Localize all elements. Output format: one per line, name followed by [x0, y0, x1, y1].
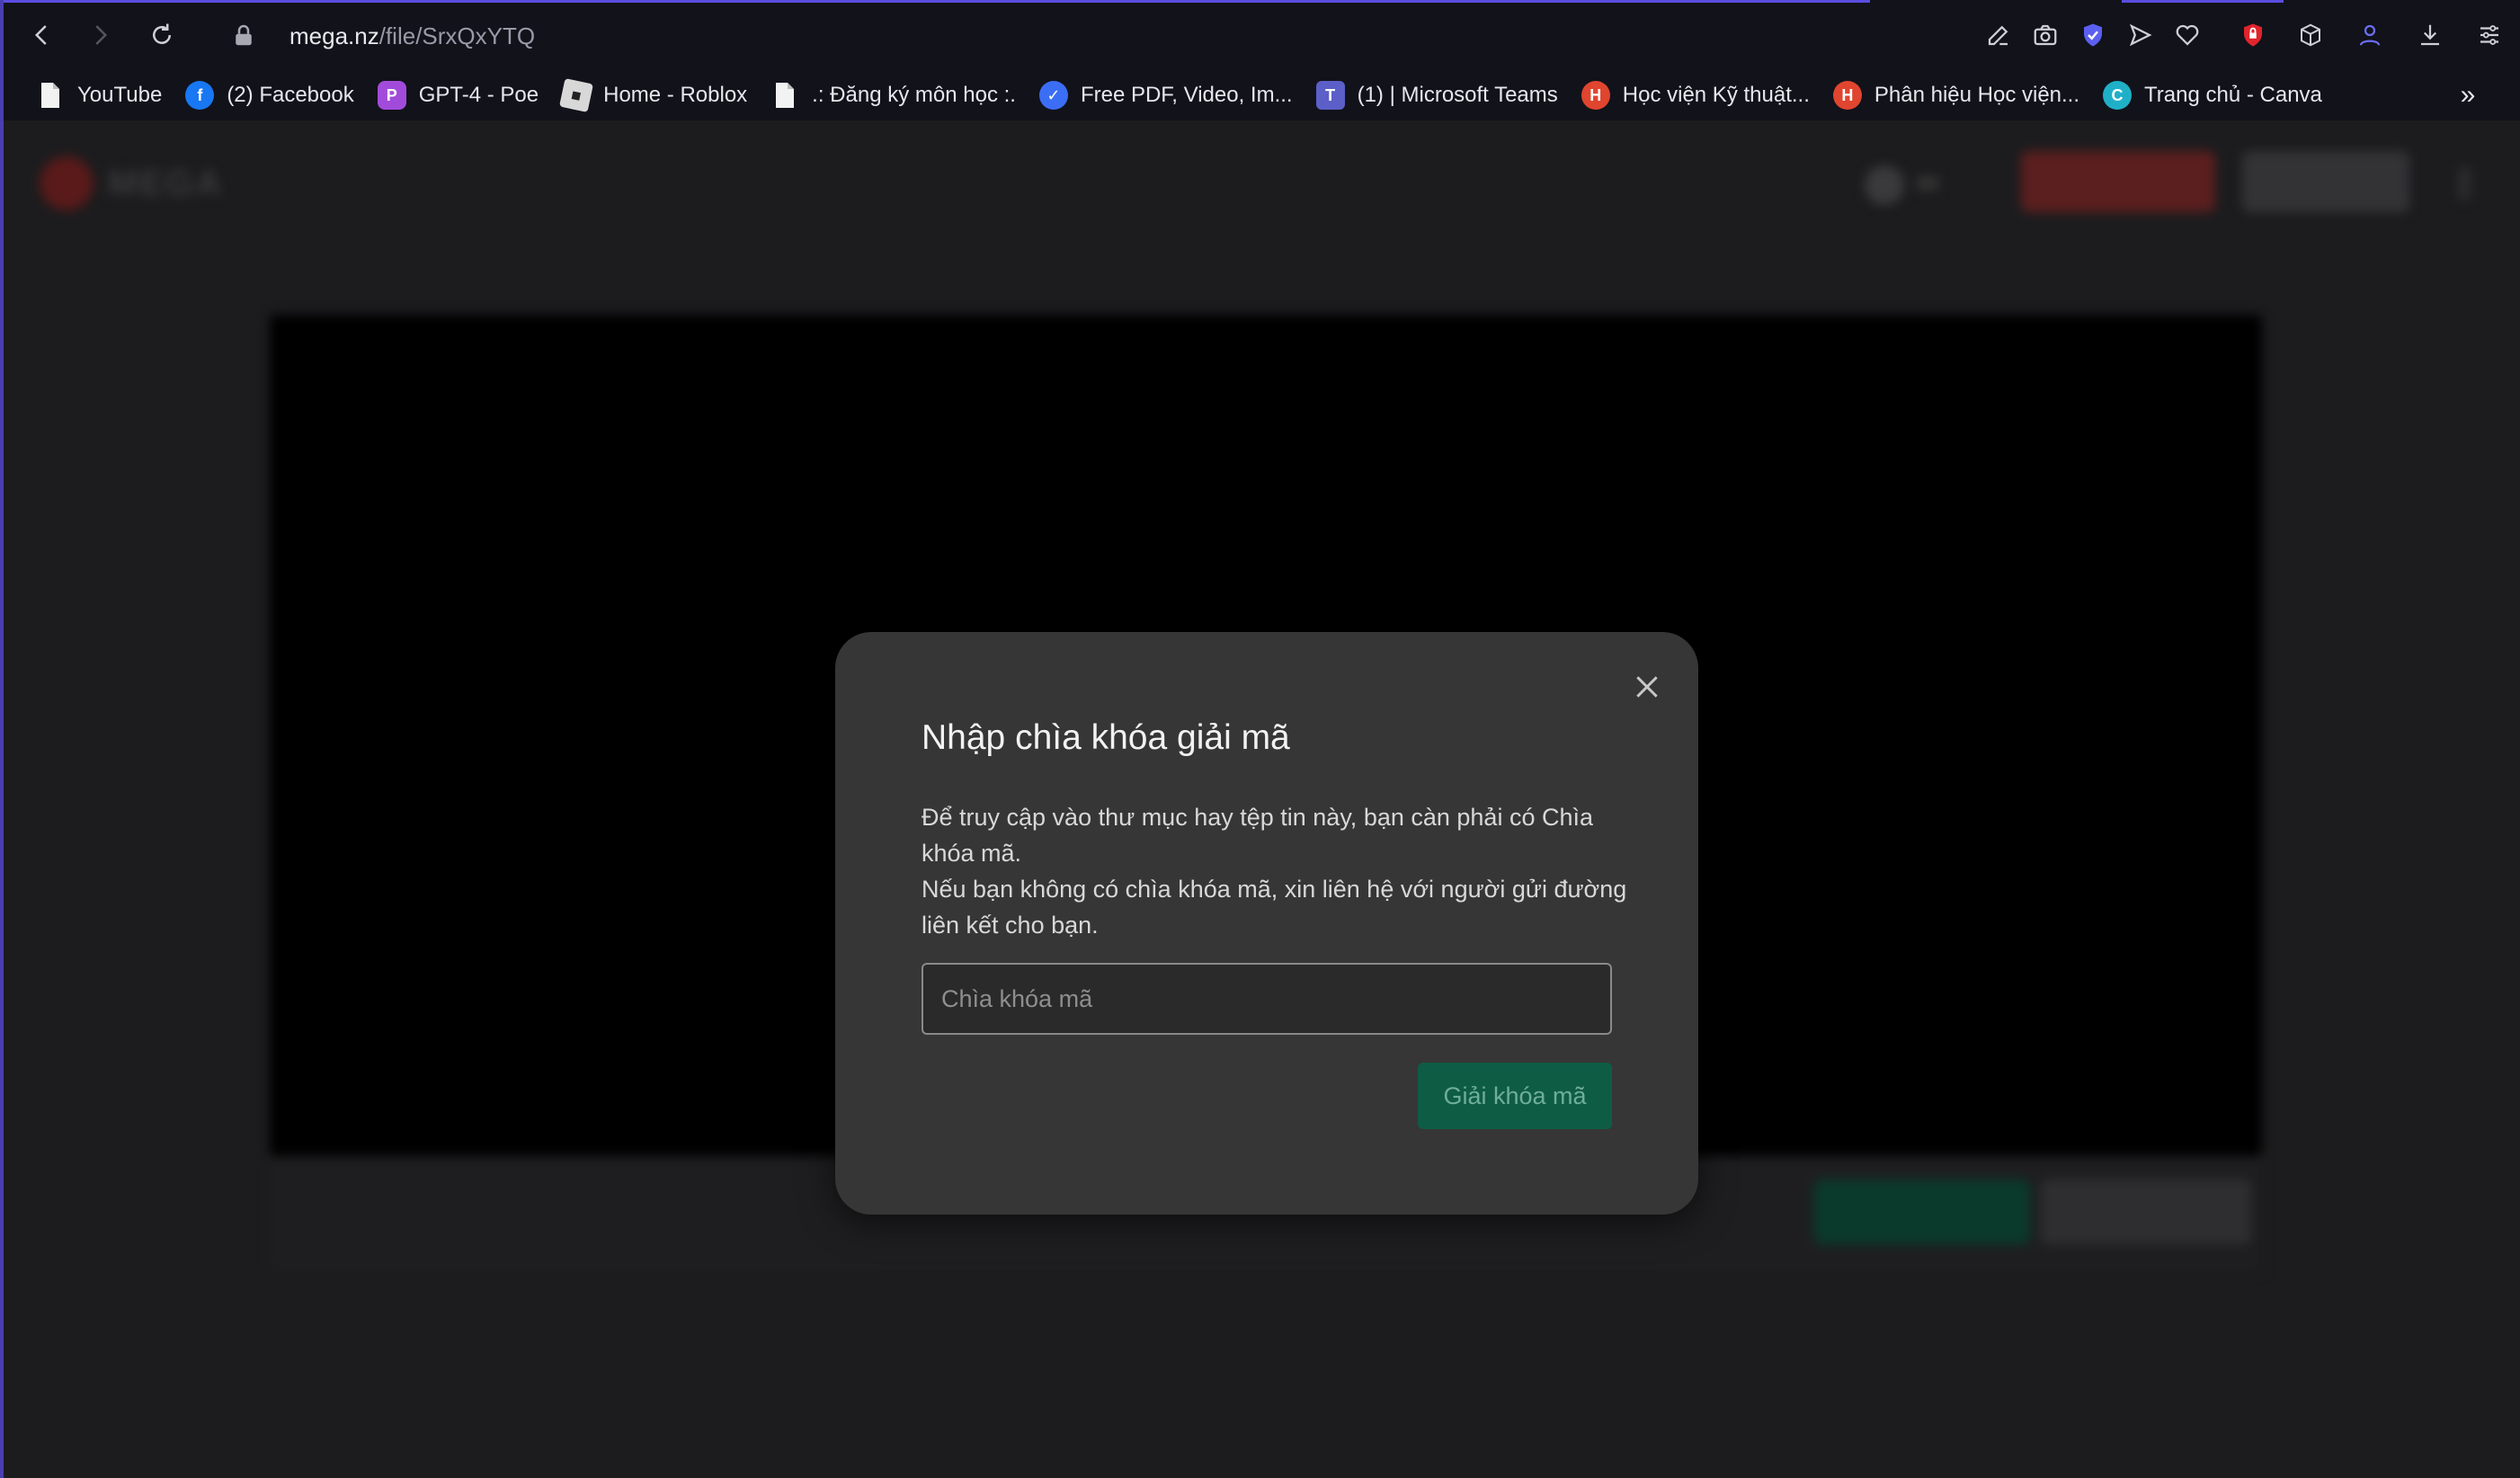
- bookmark-label: (2) Facebook: [227, 83, 354, 107]
- dialog-title: Nhập chìa khóa giải mã: [922, 718, 1290, 757]
- red-shield-icon: [2244, 23, 2262, 47]
- chevron-down-icon: [1917, 176, 1938, 191]
- profile-button[interactable]: [2351, 16, 2389, 54]
- mega-logo-icon: [40, 156, 93, 210]
- pdf-tool-icon: ✓: [1038, 81, 1068, 110]
- back-button[interactable]: [23, 16, 61, 54]
- teams-icon: T: [1315, 81, 1345, 110]
- bookmark-label: Phân hiệu Học viện...: [1874, 83, 2080, 107]
- reload-button[interactable]: [143, 16, 181, 54]
- decryption-key-dialog: Nhập chìa khóa giải mã Để truy cập vào t…: [835, 632, 1698, 1215]
- downloads-button[interactable]: [2411, 16, 2449, 54]
- bookmark-poe[interactable]: P GPT-4 - Poe: [377, 76, 551, 115]
- document-icon: [770, 81, 799, 110]
- address-bar[interactable]: mega.nz/file/SrxQxYTQ: [289, 20, 535, 52]
- send-icon: [2129, 23, 2152, 47]
- favorites-button[interactable]: [2168, 16, 2206, 54]
- import-button-blurred: [2041, 1180, 2251, 1244]
- login-button-blurred: [2242, 151, 2409, 212]
- bookmark-label: YouTube: [77, 83, 163, 107]
- mega-logo-text: MEGA: [108, 164, 223, 203]
- dialog-message-line-2: Nếu bạn không có chìa khóa mã, xin liên …: [922, 876, 1627, 939]
- vpn-shield-button[interactable]: [2074, 16, 2112, 54]
- bookmark-label: Trang chủ - Canva: [2144, 83, 2322, 107]
- bookmark-free-pdf[interactable]: ✓ Free PDF, Video, Im...: [1038, 76, 1305, 115]
- bookmark-facebook[interactable]: f (2) Facebook: [185, 76, 366, 115]
- bookmark-academy-branch[interactable]: H Phân hiệu Học viện...: [1832, 76, 2092, 115]
- signup-button-blurred: [2021, 151, 2215, 212]
- snapshot-button[interactable]: [2026, 16, 2064, 54]
- lock-icon: [236, 24, 252, 46]
- bookmark-label: Home - Roblox: [603, 83, 748, 107]
- dialog-message: Để truy cập vào thư mục hay tệp tin này,…: [922, 799, 1632, 943]
- forward-button[interactable]: [81, 16, 119, 54]
- academy-icon: H: [1832, 81, 1862, 110]
- facebook-icon: f: [185, 81, 215, 110]
- roblox-icon: ■: [559, 78, 594, 112]
- more-menu-icon: [2458, 165, 2471, 201]
- edit-page-button[interactable]: [1980, 16, 2017, 54]
- site-info-button[interactable]: [225, 16, 263, 54]
- user-icon: [2359, 24, 2381, 46]
- url-path: /file/SrxQxYTQ: [378, 22, 536, 49]
- edit-icon: [1988, 25, 2008, 46]
- browser-toolbar: mega.nz/file/SrxQxYTQ: [4, 0, 2520, 70]
- bookmark-label: Học viện Kỹ thuật...: [1622, 83, 1810, 107]
- bookmark-academy[interactable]: H Học viện Kỹ thuật...: [1581, 76, 1822, 115]
- browser-window: mega.nz/file/SrxQxYTQ YouTube f (2) Face…: [0, 0, 2520, 1478]
- academy-icon: H: [1581, 81, 1610, 110]
- bookmark-label: .: Đăng ký môn học :.: [812, 83, 1016, 107]
- bookmark-roblox[interactable]: ■ Home - Roblox: [559, 76, 760, 115]
- download-icon: [2421, 24, 2439, 46]
- back-arrow-icon: [34, 25, 47, 45]
- bookmark-label: (1) | Microsoft Teams: [1357, 83, 1558, 107]
- send-button[interactable]: [2122, 16, 2159, 54]
- url-host: mega.nz: [289, 22, 379, 49]
- close-icon: [1636, 676, 1658, 698]
- reload-icon: [153, 23, 171, 44]
- easy-setup-button[interactable]: [2471, 16, 2508, 54]
- bookmark-canva[interactable]: C Trang chủ - Canva: [2103, 76, 2335, 115]
- bookmark-label: GPT-4 - Poe: [418, 83, 539, 107]
- bookmarks-overflow-button[interactable]: »: [2450, 76, 2486, 115]
- settings-lines-icon: [2480, 25, 2498, 45]
- document-icon: [36, 81, 65, 110]
- page-load-progress-secondary: [2122, 0, 2284, 3]
- canva-icon: C: [2103, 81, 2133, 110]
- double-chevron-right-icon: »: [2460, 80, 2476, 110]
- bookmark-youtube[interactable]: YouTube: [36, 76, 174, 115]
- heart-icon: [2176, 24, 2199, 46]
- cube-icon: [2301, 23, 2320, 47]
- bookmarks-bar: YouTube f (2) Facebook P GPT-4 - Poe ■ H…: [4, 70, 2520, 120]
- poe-icon: P: [377, 81, 406, 110]
- shield-check-icon: [2084, 23, 2102, 47]
- page-load-progress: [4, 0, 1870, 3]
- download-button-blurred: [1814, 1180, 2030, 1244]
- decrypt-button[interactable]: Giải khóa mã: [1418, 1063, 1612, 1129]
- extensions-button[interactable]: [2292, 16, 2329, 54]
- page-content: MEGA Nhập chìa khóa giải mã Để truy cập …: [4, 120, 2520, 1478]
- bookmark-teams[interactable]: T (1) | Microsoft Teams: [1315, 76, 1571, 115]
- camera-icon: [2034, 24, 2057, 46]
- forward-arrow-icon: [95, 25, 108, 45]
- bookmark-course-registration[interactable]: .: Đăng ký môn học :.: [770, 76, 1028, 115]
- adblock-button[interactable]: [2234, 16, 2272, 54]
- decryption-key-input[interactable]: [922, 963, 1612, 1035]
- close-button[interactable]: [1625, 664, 1670, 709]
- language-globe-icon: [1865, 165, 1904, 205]
- bookmark-label: Free PDF, Video, Im...: [1080, 83, 1293, 107]
- dialog-message-line-1: Để truy cập vào thư mục hay tệp tin này,…: [922, 804, 1593, 867]
